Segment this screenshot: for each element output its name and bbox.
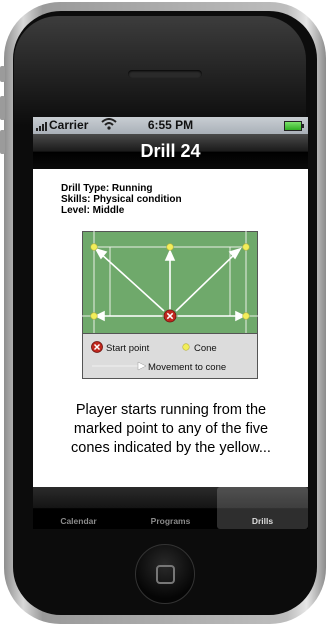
- start-point-legend-icon: [91, 341, 103, 353]
- start-point-marker: [163, 309, 177, 323]
- tab-programs[interactable]: Programs: [125, 487, 216, 529]
- volume-down-button: [0, 130, 5, 154]
- drill-level: Level: Middle: [61, 205, 125, 216]
- silent-switch: [0, 66, 5, 82]
- battery-icon: [284, 121, 304, 131]
- cone-top-right: [242, 243, 250, 251]
- navigation-bar: Drill 24: [33, 134, 308, 169]
- drill-detail: Drill Type: Running Skills: Physical con…: [33, 169, 308, 487]
- drill-diagram: Start point Cone Movement to cone: [82, 231, 258, 379]
- cone-bottom-left: [90, 312, 98, 320]
- tab-calendar[interactable]: Calendar: [33, 487, 124, 529]
- earpiece-speaker: [128, 70, 202, 78]
- tab-programs-label: Programs: [150, 516, 191, 526]
- tab-bar: Calendar Programs Drills: [33, 487, 308, 529]
- cone-top-center: [166, 243, 174, 251]
- drill-skills: Skills: Physical condition: [61, 194, 182, 205]
- cone-top-left: [90, 243, 98, 251]
- start-point-label: Start point: [106, 343, 150, 354]
- tab-drills-label: Drills: [251, 516, 274, 526]
- movement-label: Movement to cone: [148, 362, 226, 373]
- clock: 6:55 PM: [147, 118, 194, 132]
- tab-calendar-label: Calendar: [60, 516, 97, 526]
- volume-up-button: [0, 96, 5, 120]
- home-square-icon: [156, 565, 175, 584]
- drill-description: Player starts running from the marked po…: [71, 402, 271, 456]
- page-title: Drill 24: [140, 141, 201, 161]
- status-bar: Carrier 6:55 PM: [33, 117, 308, 134]
- cone-legend-icon: [182, 343, 190, 351]
- cone-bottom-right: [242, 312, 250, 320]
- drill-meta: Drill Type: Running Skills: Physical con…: [61, 183, 182, 216]
- home-button[interactable]: [135, 544, 195, 604]
- cone-label: Cone: [194, 343, 217, 354]
- tab-drills[interactable]: Drills: [217, 487, 308, 529]
- drill-type: Drill Type: Running: [61, 183, 153, 194]
- screen: Carrier 6:55 PM Drill 24 Drill Type: Run…: [33, 117, 308, 529]
